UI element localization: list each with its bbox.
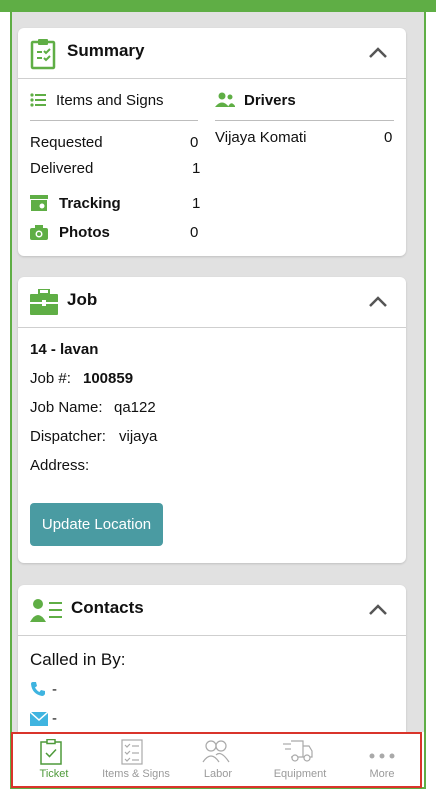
job-name-label: Job Name: <box>30 399 103 416</box>
chevron-up-icon[interactable] <box>368 295 388 313</box>
bottom-tab-bar: Ticket Items & Signs Labor Equipment Mor… <box>11 732 422 788</box>
briefcase-icon <box>30 288 58 320</box>
summary-card: Summary Items and Signs Requested 0 Deli… <box>18 28 406 256</box>
requested-value: 0 <box>190 134 199 151</box>
tracking-value: 1 <box>192 195 201 212</box>
summary-card-header[interactable]: Summary <box>18 28 406 79</box>
requested-label: Requested <box>30 134 103 151</box>
address-label: Address: <box>30 457 90 474</box>
email-icon[interactable] <box>29 711 49 731</box>
clipboard-check-icon <box>40 738 62 770</box>
chevron-up-icon[interactable] <box>368 603 388 621</box>
tab-ticket-label: Ticket <box>39 768 69 780</box>
items-and-signs-header: Items and Signs <box>56 92 164 109</box>
delivered-label: Delivered <box>30 160 94 177</box>
delivered-value: 1 <box>192 160 201 177</box>
tab-more[interactable]: More <box>341 734 423 786</box>
email-value: - <box>52 710 57 727</box>
job-number-label: Job #: <box>30 370 71 387</box>
contacts-title: Contacts <box>71 598 144 617</box>
job-title: Job <box>67 290 98 309</box>
tab-items-signs[interactable]: Items & Signs <box>95 734 177 786</box>
drivers-header: Drivers <box>244 92 296 109</box>
list-icon <box>30 93 46 112</box>
update-location-button[interactable]: Update Location <box>30 503 163 546</box>
summary-title: Summary <box>67 41 145 60</box>
tab-labor-label: Labor <box>203 768 233 780</box>
people-icon <box>202 739 230 768</box>
ticket-scroll-area[interactable]: Summary Items and Signs Requested 0 Deli… <box>12 12 424 732</box>
more-dots-icon <box>369 746 395 764</box>
job-name-value: qa122 <box>114 399 156 416</box>
items-header-divider <box>30 120 198 121</box>
dispatcher-value: vijaya <box>119 428 158 445</box>
dispatcher-label: Dispatcher: <box>30 428 106 445</box>
driver-value: 0 <box>384 129 393 146</box>
called-in-by-label: Called in By: <box>30 650 126 669</box>
contacts-card: Contacts Called in By: - - <box>18 585 406 732</box>
phone-value: - <box>52 681 57 698</box>
contacts-card-header[interactable]: Contacts <box>18 585 406 636</box>
tab-equipment[interactable]: Equipment <box>259 734 341 786</box>
clipboard-icon <box>30 38 56 75</box>
tracking-label: Tracking <box>59 195 121 212</box>
chevron-up-icon[interactable] <box>368 46 388 64</box>
checklist-icon <box>121 739 143 770</box>
drivers-icon <box>215 92 235 113</box>
tab-equipment-label: Equipment <box>273 768 327 780</box>
phone-icon[interactable] <box>30 681 46 702</box>
tracking-icon <box>30 195 48 216</box>
tab-items-signs-label: Items & Signs <box>102 768 170 780</box>
job-card-header[interactable]: Job <box>18 277 406 328</box>
photos-value: 0 <box>190 224 199 241</box>
contacts-icon <box>30 598 62 627</box>
drivers-header-divider <box>215 120 394 121</box>
job-card: Job 14 - lavan Job #: 100859 Job Name: q… <box>18 277 406 563</box>
tab-labor[interactable]: Labor <box>177 734 259 786</box>
tab-ticket[interactable]: Ticket <box>13 734 95 786</box>
job-name-heading: 14 - lavan <box>30 341 99 358</box>
photos-label: Photos <box>59 224 110 241</box>
camera-icon <box>30 225 48 245</box>
tab-more-label: More <box>369 768 395 780</box>
truck-icon <box>283 739 313 768</box>
driver-name: Vijaya Komati <box>215 129 307 146</box>
job-number-value: 100859 <box>83 370 134 387</box>
